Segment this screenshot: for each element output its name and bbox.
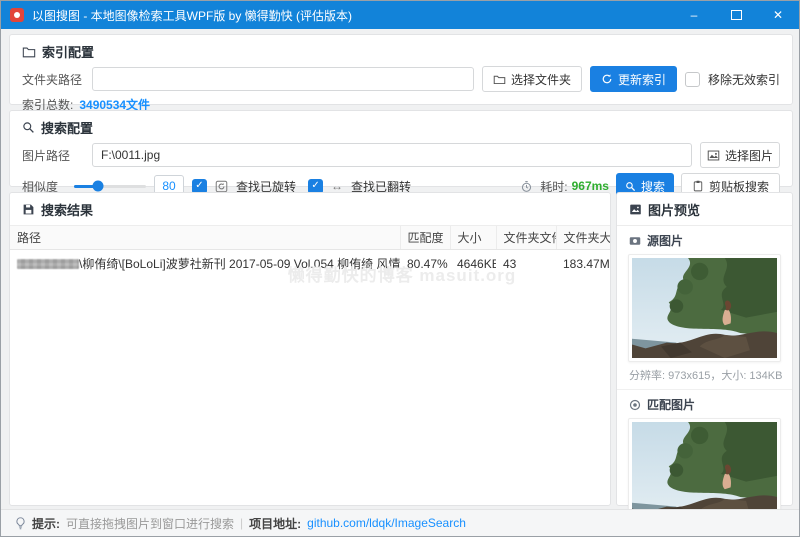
folder-path-input[interactable] (92, 67, 474, 91)
image-preview-header: 图片预览 (617, 193, 792, 226)
slider-thumb[interactable] (92, 180, 104, 192)
photo-icon (629, 235, 641, 247)
source-image-art (632, 258, 777, 358)
search-config-card: 搜索配置 图片路径 选择图片 相似度 ✓ 查找已旋转 (9, 110, 793, 199)
matched-image-art (632, 422, 777, 522)
folder-icon (22, 45, 36, 59)
folder-open-icon (493, 73, 506, 86)
col-match[interactable]: 匹配度 (399, 225, 450, 250)
remove-invalid-label: 移除无效索引 (707, 72, 780, 87)
path-text: \柳侑绮\[BoLoLi]波萝社新刊 2017-05-09 Vol.054 柳侑… (79, 257, 400, 271)
elapsed-value: 967ms (571, 179, 609, 193)
stopwatch-icon (520, 180, 533, 193)
save-icon (22, 203, 35, 216)
search-config-title: 搜索配置 (41, 121, 94, 136)
search-results-title: 搜索结果 (41, 203, 94, 218)
matched-image-label-row: 匹配图片 (617, 390, 792, 416)
col-folder-count[interactable]: 文件夹文件数 (495, 225, 556, 250)
update-index-label: 更新索引 (617, 72, 666, 87)
search-button-icon (625, 181, 636, 192)
cell-size: 4646KB (457, 256, 496, 271)
window-controls: – ✕ (673, 1, 799, 29)
image-preview-title: 图片预览 (648, 203, 701, 218)
image-path-input[interactable] (92, 143, 692, 167)
redacted-path-prefix (17, 259, 79, 269)
folder-path-row: 文件夹路径 选择文件夹 更新索引 移除无效索引 (10, 66, 792, 92)
close-button[interactable]: ✕ (757, 1, 799, 29)
index-config-title: 索引配置 (42, 45, 95, 60)
source-image-label-row: 源图片 (617, 226, 792, 252)
select-folder-label: 选择文件夹 (510, 72, 571, 87)
table-row[interactable]: \柳侑绮\[BoLoLi]波萝社新刊 2017-05-09 Vol.054 柳侑… (10, 250, 610, 278)
flip-icon: ↔ (331, 179, 344, 193)
results-header-row: 路径 匹配度 大小 文件夹文件数 文件夹大小 (10, 225, 610, 250)
results-table: 路径 匹配度 大小 文件夹文件数 文件夹大小 \柳侑绮\[BoLoLi]波萝社新… (10, 225, 610, 277)
cell-folder-size: 183.47MB (563, 256, 610, 271)
select-image-button[interactable]: 选择图片 (700, 142, 780, 168)
image-preview-card: 图片预览 源图片 分辨率: 973x615，大小: 134KB 匹配图片 (616, 192, 799, 536)
col-size[interactable]: 大小 (449, 225, 496, 250)
preview-icon (629, 203, 642, 216)
project-link[interactable]: github.com/ldqk/ImageSearch (307, 516, 466, 530)
separator: | (240, 516, 244, 530)
window-title: 以图搜图 - 本地图像检索工具WPF版 by 懒得勤快 (评估版本) (32, 8, 352, 23)
update-index-button[interactable]: 更新索引 (589, 66, 677, 92)
cell-match: 80.47% (407, 256, 448, 271)
cell-folder-count: 43 (503, 256, 517, 271)
search-results-card: 搜索结果 路径 匹配度 大小 文件夹文件数 文件夹大小 \柳侑绮\[BoLoLi… (9, 192, 611, 506)
col-path[interactable]: 路径 (10, 225, 400, 250)
source-image-info: 分辨率: 973x615，大小: 134KB (617, 362, 792, 390)
project-label: 项目地址: (249, 516, 302, 531)
col-folder-size[interactable]: 文件夹大小 (555, 225, 610, 250)
folder-path-label: 文件夹路径 (22, 72, 83, 87)
tip-text: 可直接拖拽图片到窗口进行搜索 (66, 516, 235, 531)
search-icon (22, 121, 35, 134)
maximize-icon (730, 10, 742, 20)
target-icon (629, 399, 641, 411)
image-path-row: 图片路径 选择图片 (10, 142, 792, 168)
app-window: 以图搜图 - 本地图像检索工具WPF版 by 懒得勤快 (评估版本) – ✕ 索… (0, 0, 800, 537)
select-image-label: 选择图片 (725, 148, 774, 163)
app-icon (10, 8, 24, 22)
search-results-header: 搜索结果 (10, 193, 610, 219)
status-bar: 提示: 可直接拖拽图片到窗口进行搜索 | 项目地址: github.com/ld… (1, 509, 799, 536)
similarity-slider[interactable] (74, 180, 146, 192)
title-bar: 以图搜图 - 本地图像检索工具WPF版 by 懒得勤快 (评估版本) – ✕ (1, 1, 799, 29)
image-icon (707, 149, 720, 162)
bulb-icon (15, 516, 26, 530)
maximize-button[interactable] (715, 1, 757, 29)
matched-image-label: 匹配图片 (647, 398, 696, 412)
minimize-button[interactable]: – (673, 1, 715, 29)
remove-invalid-checkbox[interactable] (684, 71, 700, 87)
tip-label: 提示: (32, 516, 60, 531)
source-image-label: 源图片 (647, 234, 684, 248)
search-config-header: 搜索配置 (10, 111, 792, 137)
select-folder-button[interactable]: 选择文件夹 (481, 66, 582, 92)
rotate-icon (215, 180, 228, 193)
index-config-header: 索引配置 (10, 35, 792, 61)
clipboard-icon (692, 180, 704, 192)
source-image-thumbnail[interactable] (628, 254, 781, 362)
index-config-card: 索引配置 文件夹路径 选择文件夹 更新索引 移除无效索引 索引总数: 34905 (9, 34, 793, 112)
cell-path: \柳侑绮\[BoLoLi]波萝社新刊 2017-05-09 Vol.054 柳侑… (10, 250, 400, 278)
image-path-label: 图片路径 (22, 148, 71, 163)
refresh-icon (601, 73, 613, 85)
